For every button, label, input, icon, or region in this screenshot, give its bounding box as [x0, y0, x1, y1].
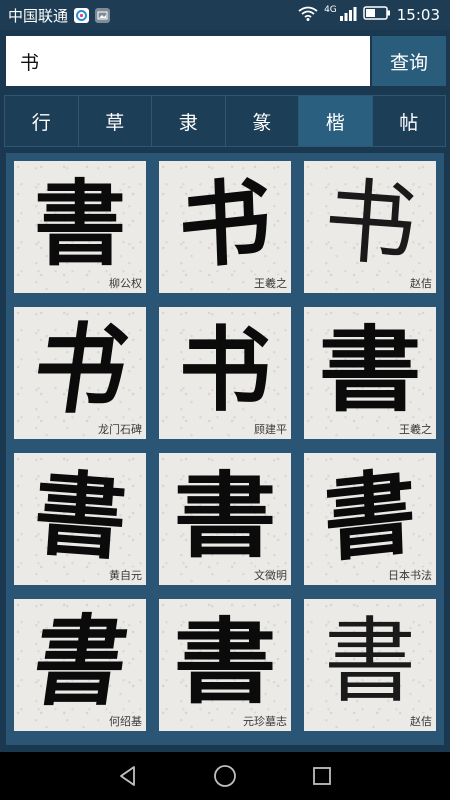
- calligrapher-label: 文徵明: [253, 567, 288, 583]
- calligraphy-glyph: 書: [30, 458, 130, 574]
- calligrapher-label: 柳公权: [108, 275, 143, 291]
- result-card[interactable]: 書 黄自元: [14, 453, 146, 585]
- notification-app-icon: [74, 7, 90, 23]
- carrier-label: 中国联通: [8, 6, 69, 25]
- tab-xing[interactable]: 行: [5, 96, 79, 146]
- search-row: 查询: [0, 30, 450, 92]
- result-card[interactable]: 書 文徵明: [159, 453, 291, 585]
- result-card[interactable]: 書 王羲之: [304, 307, 436, 439]
- tab-cao[interactable]: 草: [78, 96, 152, 146]
- status-right: 4G 15:03: [298, 5, 440, 25]
- signal-icon: [339, 6, 357, 25]
- calligraphy-glyph: 書: [323, 608, 416, 715]
- calligrapher-label: 何绍基: [108, 713, 143, 729]
- tab-kai[interactable]: 楷: [299, 96, 373, 146]
- tab-zhuan[interactable]: 篆: [225, 96, 299, 146]
- calligraphy-glyph: 书: [26, 312, 135, 428]
- calligrapher-label: 龙门石碑: [97, 421, 143, 437]
- calligraphy-glyph: 书: [320, 166, 420, 281]
- tab-tie[interactable]: 帖: [372, 96, 445, 146]
- search-button[interactable]: 查询: [372, 36, 446, 86]
- result-card[interactable]: 書 何绍基: [14, 599, 146, 731]
- tab-li[interactable]: 隶: [152, 96, 226, 146]
- calligrapher-label: 日本书法: [387, 567, 433, 583]
- calligraphy-glyph: 书: [178, 316, 271, 424]
- status-bar: 中国联通 4G 15:03: [0, 0, 450, 30]
- calligraphy-glyph: 書: [33, 170, 126, 278]
- recents-icon[interactable]: [302, 756, 342, 796]
- result-card[interactable]: 書 日本书法: [304, 453, 436, 585]
- wifi-icon: [298, 6, 318, 25]
- calligrapher-label: 黄自元: [108, 567, 143, 583]
- search-input[interactable]: [6, 36, 370, 86]
- result-card[interactable]: 書 柳公权: [14, 161, 146, 293]
- calligrapher-label: 王羲之: [398, 421, 433, 437]
- app-root: 中国联通 4G 15:03 书 查询 行 草 隶 篆 楷 帖 書 柳公权 书 王…: [0, 0, 450, 800]
- calligrapher-label: 元珍墓志: [242, 713, 288, 729]
- style-tabs: 行 草 隶 篆 楷 帖: [4, 95, 446, 147]
- calligraphy-glyph: 書: [173, 608, 277, 716]
- calligrapher-label: 王羲之: [253, 275, 288, 291]
- calligrapher-label: 顾建平: [253, 421, 288, 437]
- clock-time: 15:03: [396, 6, 440, 24]
- calligraphy-glyph: 書: [26, 604, 135, 720]
- result-card[interactable]: 書 元珍墓志: [159, 599, 291, 731]
- navigation-bar: [0, 752, 450, 800]
- calligrapher-label: 赵佶: [409, 713, 433, 729]
- calligrapher-label: 赵佶: [409, 275, 433, 291]
- result-card[interactable]: 书 顾建平: [159, 307, 291, 439]
- result-card[interactable]: 書 赵佶: [304, 599, 436, 731]
- home-icon[interactable]: [205, 756, 245, 796]
- network-type-label: 4G: [324, 5, 337, 15]
- back-icon[interactable]: [108, 756, 148, 796]
- calligraphy-glyph: 书: [177, 165, 273, 283]
- calligraphy-glyph: 書: [173, 462, 277, 570]
- battery-icon: [363, 6, 391, 24]
- result-card[interactable]: 书 王羲之: [159, 161, 291, 293]
- calligraphy-glyph: 書: [318, 316, 422, 424]
- notification-image-icon: [95, 7, 111, 23]
- results-grid: 書 柳公权 书 王羲之 书 赵佶 书 龙门石碑 书 顾建平 書 王羲之 書 黄自…: [6, 153, 444, 745]
- result-card[interactable]: 书 龙门石碑: [14, 307, 146, 439]
- result-card[interactable]: 书 赵佶: [304, 161, 436, 293]
- status-left: 中国联通: [8, 5, 111, 26]
- calligraphy-glyph: 書: [322, 457, 418, 575]
